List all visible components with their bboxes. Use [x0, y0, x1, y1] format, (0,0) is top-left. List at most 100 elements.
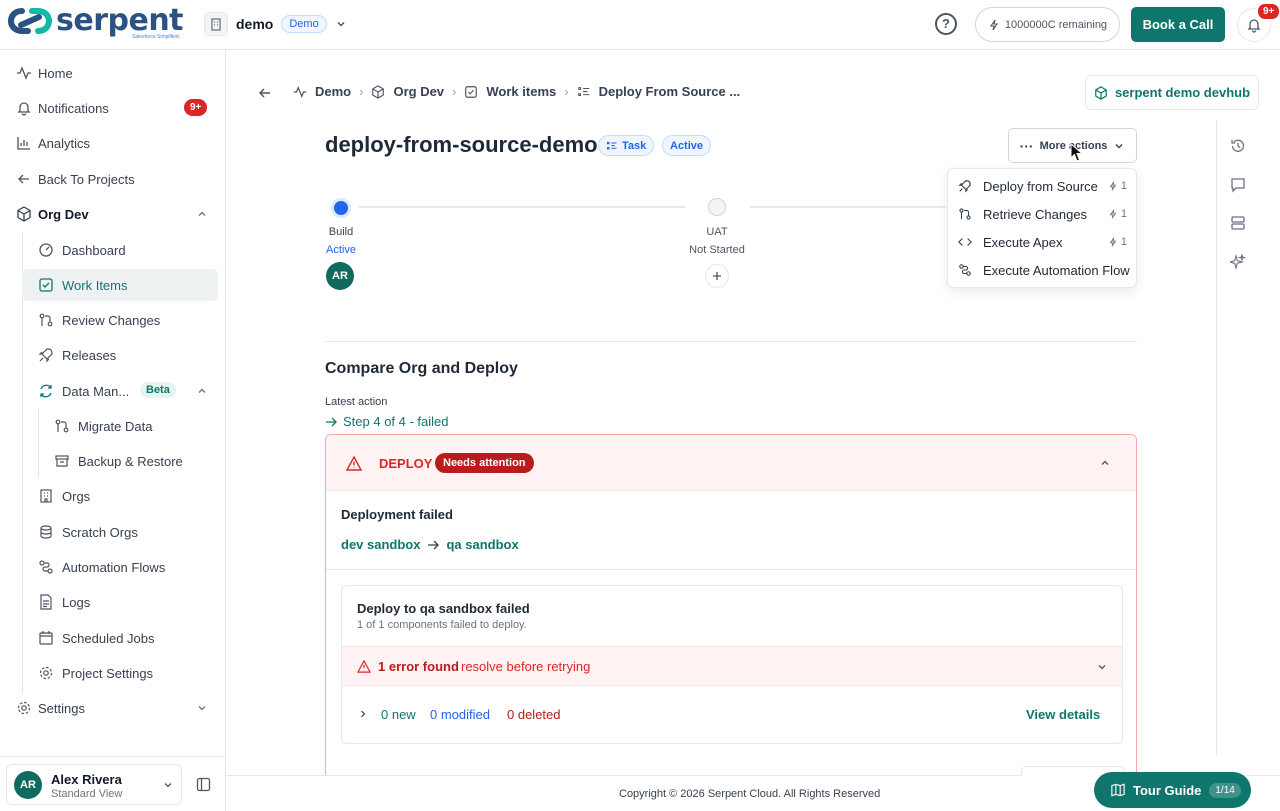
credit-cost: 1: [1108, 180, 1127, 192]
git-compare-icon: [959, 208, 971, 220]
chevron-down-icon: [164, 783, 172, 788]
tour-guide-progress: 1/14: [1209, 782, 1241, 798]
credits-badge[interactable]: 1000000C remaining: [975, 7, 1120, 42]
menu-item-execute-apex[interactable]: Execute Apex 1: [948, 228, 1138, 256]
alert-triangle-icon: [357, 660, 371, 673]
type-label: Task: [622, 139, 647, 152]
menu-item-retrieve-changes[interactable]: Retrieve Changes 1: [948, 200, 1138, 228]
bar-chart-icon: [17, 137, 30, 150]
sidebar-item-migrate-data[interactable]: Migrate Data: [0, 410, 226, 442]
sidebar-item-label: Automation Flows: [62, 559, 166, 575]
sidebar-item-releases[interactable]: Releases: [0, 339, 226, 371]
sidebar-item-backup-restore[interactable]: Backup & Restore: [0, 445, 226, 477]
sidebar-item-automation-flows[interactable]: Automation Flows: [0, 551, 226, 583]
breadcrumb-org-dev[interactable]: Org Dev: [393, 84, 444, 99]
sidebar-item-data-management[interactable]: Data Man... Beta: [0, 375, 226, 407]
devhub-button[interactable]: serpent demo devhub: [1085, 75, 1259, 110]
beta-badge: Beta: [140, 382, 176, 398]
sparkles-icon[interactable]: [1230, 254, 1246, 270]
chevron-right-icon[interactable]: [357, 708, 369, 720]
status-badge: Active: [662, 135, 712, 156]
collapse-sidebar-icon[interactable]: [196, 777, 211, 792]
file-text-icon: [40, 594, 52, 610]
sidebar-item-work-items[interactable]: Work Items: [0, 269, 226, 301]
sidebar-item-orgs[interactable]: Orgs: [0, 480, 226, 512]
back-arrow-icon[interactable]: [258, 86, 272, 100]
uat-stage-dot[interactable]: [708, 198, 726, 216]
source-org-link[interactable]: dev sandbox: [341, 537, 420, 552]
new-count: 0 new: [381, 707, 416, 722]
sidebar-item-review-changes[interactable]: Review Changes: [0, 304, 226, 336]
mouse-cursor-icon: [1070, 143, 1084, 162]
sidebar-item-label: Review Changes: [62, 312, 161, 328]
build-stage-status: Active: [326, 244, 356, 256]
menu-item-label: Retrieve Changes: [983, 206, 1088, 222]
notifications-bell-button[interactable]: 9+: [1237, 2, 1280, 42]
menu-item-deploy-from-source[interactable]: Deploy from Source 1: [948, 172, 1138, 200]
logo[interactable]: serpent Salesforce Simplified.: [8, 6, 184, 40]
code-icon: [958, 238, 972, 246]
sidebar-item-org-dev[interactable]: Org Dev: [0, 198, 226, 230]
cube-icon: [1095, 85, 1107, 100]
book-call-button[interactable]: Book a Call: [1131, 7, 1225, 42]
error-count: 1 error found: [378, 659, 459, 674]
error-summary-row[interactable]: 1 error found resolve before retrying: [342, 646, 1122, 686]
chevron-down-icon: [1115, 143, 1123, 148]
help-icon[interactable]: ?: [935, 13, 957, 35]
ellipsis-icon: ···: [1019, 137, 1034, 154]
latest-action-link[interactable]: Step 4 of 4 - failed: [325, 414, 449, 429]
lightning-icon: [1109, 209, 1117, 219]
breadcrumb-separator: ›: [359, 84, 364, 99]
cube-icon: [372, 84, 385, 99]
sidebar-item-label: Backup & Restore: [78, 453, 183, 469]
sidebar-item-home[interactable]: Home: [0, 57, 226, 89]
server-icon[interactable]: [1230, 215, 1246, 231]
build-stage-dot[interactable]: [331, 198, 351, 218]
sidebar-item-label: Org Dev: [38, 206, 89, 222]
activity-icon: [17, 66, 31, 80]
sidebar-item-project-settings[interactable]: Project Settings: [0, 657, 226, 689]
credit-cost-value: 1: [1120, 180, 1127, 192]
sidebar-item-analytics[interactable]: Analytics: [0, 127, 226, 159]
tour-guide-button[interactable]: Tour Guide 1/14: [1094, 772, 1251, 808]
card-divider: [326, 569, 1136, 570]
target-org-link[interactable]: qa sandbox: [446, 537, 518, 552]
breadcrumb-work-items[interactable]: Work items: [486, 84, 556, 99]
result-subtitle: 1 of 1 components failed to deploy.: [357, 619, 527, 631]
sidebar-item-scratch-orgs[interactable]: Scratch Orgs: [0, 516, 226, 548]
map-icon: [1111, 783, 1125, 797]
chevron-up-icon: [198, 388, 206, 393]
git-compare-icon: [55, 419, 69, 433]
menu-item-label: Deploy from Source: [983, 178, 1098, 194]
project-switcher[interactable]: demo Demo: [204, 12, 347, 36]
sidebar-item-label: Back To Projects: [38, 171, 135, 187]
chevron-up-icon: [1101, 460, 1109, 465]
chevron-down-icon: [198, 706, 206, 711]
sidebar-item-scheduled-jobs[interactable]: Scheduled Jobs: [0, 622, 226, 654]
sidebar-item-notifications[interactable]: Notifications 9+: [0, 92, 226, 124]
menu-item-execute-automation-flow[interactable]: Execute Automation Flow: [948, 256, 1138, 284]
avatar: AR: [14, 771, 42, 799]
sidebar: Home Notifications 9+ Analytics Back To …: [0, 50, 226, 811]
building-icon: [204, 12, 228, 36]
user-menu[interactable]: AR Alex Rivera Standard View: [6, 764, 182, 805]
lightning-icon: [989, 19, 998, 30]
gear-icon: [17, 701, 31, 715]
sidebar-item-logs[interactable]: Logs: [0, 586, 226, 618]
build-assignee-avatar[interactable]: AR: [326, 262, 354, 290]
breadcrumb-demo[interactable]: Demo: [315, 84, 351, 99]
rocket-icon: [38, 348, 53, 363]
view-details-link[interactable]: View details: [1026, 707, 1100, 722]
top-bar: serpent Salesforce Simplified. demo Demo…: [0, 0, 1280, 50]
sidebar-item-label: Logs: [62, 594, 91, 610]
section-divider: [325, 341, 1137, 342]
sidebar-item-back-to-projects[interactable]: Back To Projects: [0, 163, 226, 195]
message-square-icon[interactable]: [1230, 177, 1246, 193]
history-icon[interactable]: [1230, 138, 1246, 154]
deploy-card-header[interactable]: DEPLOY Needs attention: [326, 435, 1136, 491]
build-stage-name: Build: [328, 226, 354, 238]
menu-item-label: Execute Apex: [983, 234, 1063, 250]
add-assignee-button[interactable]: [705, 264, 729, 288]
sidebar-item-dashboard[interactable]: Dashboard: [0, 234, 226, 266]
sidebar-item-settings[interactable]: Settings: [0, 692, 226, 724]
